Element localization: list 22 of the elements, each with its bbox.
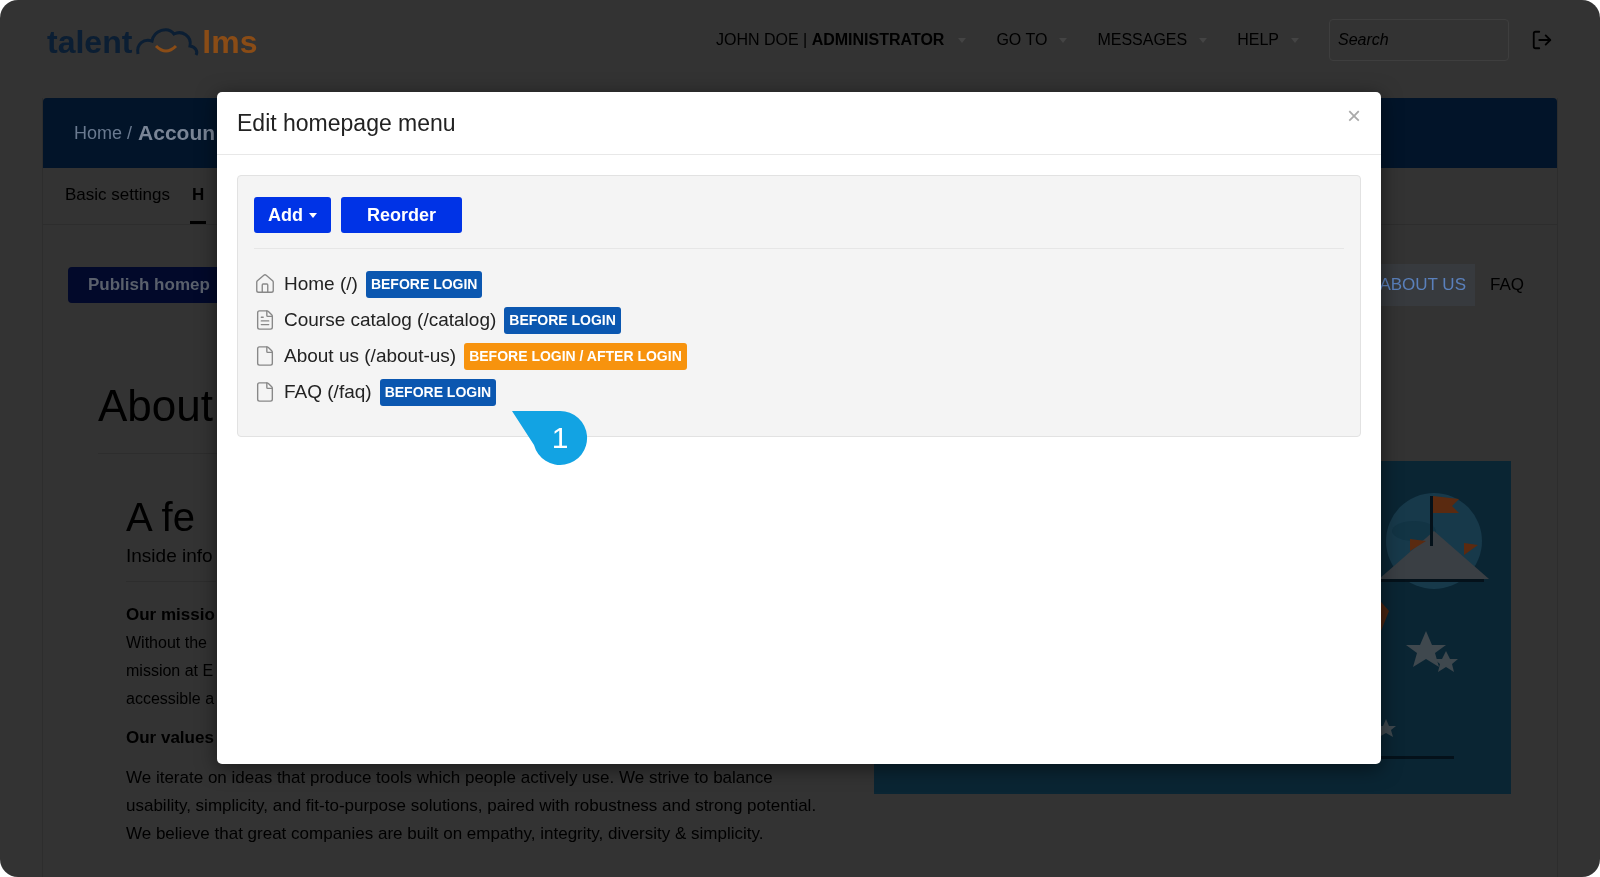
add-button[interactable]: Add xyxy=(254,197,331,233)
menu-item-link[interactable]: FAQ (/faq) xyxy=(284,377,372,407)
visibility-tag: BEFORE LOGIN xyxy=(379,378,497,406)
visibility-tag: BEFORE LOGIN / AFTER LOGIN xyxy=(464,342,687,370)
logo-text: lms xyxy=(202,26,258,58)
home-icon xyxy=(254,273,276,295)
menu-item-link[interactable]: About us (/about-us) xyxy=(284,341,457,371)
modal-title: Edit homepage menu xyxy=(237,108,456,138)
file-icon xyxy=(254,381,276,403)
close-button[interactable]: × xyxy=(1347,104,1361,128)
file-icon xyxy=(254,345,276,367)
breadcrumb-link[interactable]: Home / xyxy=(74,119,133,147)
visibility-tag: BEFORE LOGIN xyxy=(365,270,483,298)
visibility-tag: BEFORE LOGIN xyxy=(504,306,621,334)
document-lines-icon xyxy=(254,309,276,331)
menu-item-link[interactable]: Home (/) xyxy=(284,269,358,299)
logout-icon[interactable] xyxy=(1531,29,1553,51)
caret-icon xyxy=(309,212,317,218)
reorder-button[interactable]: Reorder xyxy=(341,197,463,233)
breadcrumb-current: Accoun xyxy=(138,120,216,147)
menu-item-link[interactable]: Course catalog (/catalog) xyxy=(284,305,497,335)
step-marker: 1 xyxy=(512,411,588,467)
